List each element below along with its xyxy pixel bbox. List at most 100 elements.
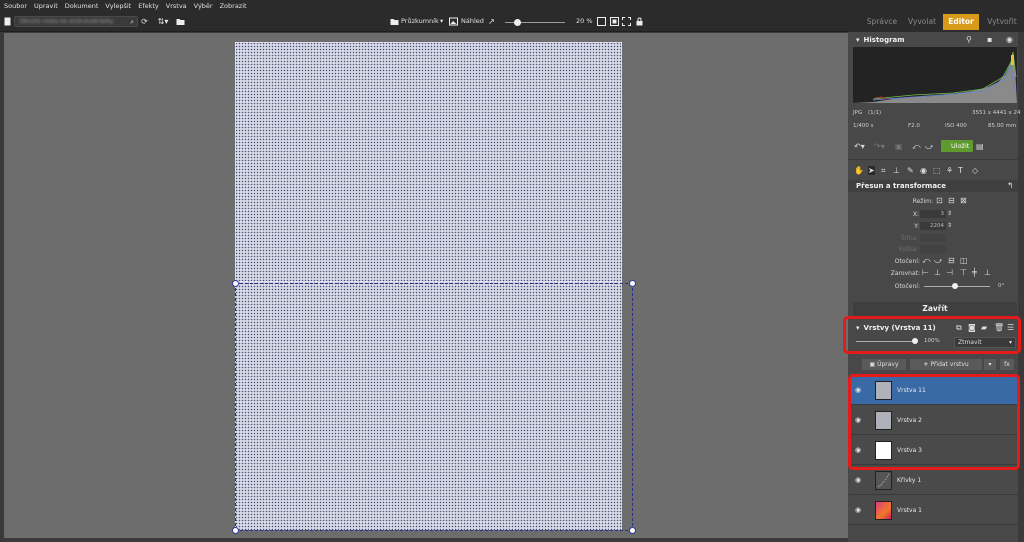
toolbar: \Skrytá cesta ke složce\obrázky ⌕ ⟳ ⇅▾ P… [0,12,848,32]
visibility-eye-icon[interactable]: ◉ [855,476,861,484]
clone-tool-icon[interactable]: ⚘ [946,166,953,175]
rotation-label: Otočení: [894,283,920,290]
y-stepper[interactable]: ⇕ [947,221,952,230]
align-left-icon[interactable]: ⊢ [922,268,929,277]
redo-icon[interactable]: ↷▾ [874,142,885,151]
flip-vertical-icon[interactable]: ⊟ [948,256,955,265]
preview-button[interactable]: Náhled [461,17,484,25]
tab-develop[interactable]: Vyvolat [904,14,940,30]
gallery-icon[interactable]: ▣ [895,142,903,151]
align-right-icon[interactable]: ⊣ [946,268,953,277]
fullscreen-icon[interactable] [622,17,631,26]
annotation-highlight-layer-list [848,374,1020,470]
focal-length: 85.00 mm [988,123,1017,129]
brush-icon[interactable]: ⚲ [966,35,972,44]
transform-handle-top-left[interactable] [232,280,239,287]
visibility-eye-icon[interactable]: ◉ [855,506,861,514]
x-stepper[interactable]: ⇕ [947,209,952,218]
shapes-tool-icon[interactable]: ◇ [972,166,978,175]
zoom-value: 20 % [576,17,593,25]
selection-tool-icon[interactable]: ⬚ [933,166,941,175]
menu-item-enhance[interactable]: Vylepšit [105,2,131,10]
height-label: Výška: [898,246,918,253]
flip-horizontal-icon[interactable]: ◫ [960,256,968,265]
browser-folder-icon [390,17,399,26]
menu-item-view[interactable]: Zobrazit [220,2,247,10]
fx-button[interactable]: fx [1000,359,1014,370]
folder-icon[interactable] [176,17,185,26]
mode-option-1-icon[interactable]: ⊡ [936,196,943,205]
menu-item-document[interactable]: Dokument [65,2,99,10]
layer-selection-box[interactable] [235,283,633,531]
align-top-icon[interactable]: ⊤ [960,268,967,277]
rotate-ccw-icon[interactable]: ⤺ [922,256,931,265]
mode-option-2-icon[interactable]: ⊟ [948,196,955,205]
camera-icon[interactable]: ▪ [987,35,992,44]
save-button[interactable]: Uložit [941,140,973,152]
collapse-icon[interactable]: ▾ [856,36,860,44]
crop-tool-icon[interactable]: ⌗ [881,166,886,175]
menu-item-edit[interactable]: Upravit [34,2,58,10]
rotate-cw-icon[interactable]: ⤻ [934,256,943,265]
menu-item-effects[interactable]: Efekty [138,2,159,10]
add-layer-dropdown[interactable]: ▾ [984,359,996,370]
move-tool-icon[interactable]: ➤ [868,166,875,175]
transform-handle-top-right[interactable] [629,280,636,287]
menu-item-layer[interactable]: Vrstva [166,2,187,10]
layer-row[interactable]: ◉ Vrstva 1 [849,496,1018,525]
add-layer-button[interactable]: + Přidat vrstvu [910,359,982,370]
adjustments-button[interactable]: ▣ Úpravy [862,359,906,370]
actual-size-icon[interactable] [597,17,606,26]
curves-thumbnail [875,471,892,490]
tab-manager[interactable]: Správce [864,14,900,30]
brush-tool-icon[interactable]: ✎ [907,166,914,175]
straighten-tool-icon[interactable]: ⊥ [893,166,900,175]
menu-item-file[interactable]: Soubor [4,2,27,10]
layer-row[interactable]: ◉ Křivky 1 [849,466,1018,495]
fit-screen-icon[interactable] [610,17,619,26]
rotate-label: Otočení: [894,258,920,265]
browser-dropdown[interactable]: Průzkumník [401,17,439,25]
document-border [235,42,622,282]
rotate-left-icon[interactable]: ⤺ [912,142,921,151]
save-as-icon[interactable]: ▤ [976,142,984,151]
lock-icon[interactable] [635,17,644,26]
height-field [920,245,946,253]
path-input[interactable]: \Skrytá cesta ke složce\obrázky ⌕ [14,16,138,27]
hand-tool-icon[interactable]: ✋ [854,166,864,175]
chevron-down-icon[interactable]: ▾ [440,17,443,25]
layer-name: Křivky 1 [897,477,922,484]
eye-tool-icon[interactable]: ◉ [920,166,927,175]
external-open-icon[interactable]: ↗ [487,17,496,26]
transform-handle-bottom-right[interactable] [629,527,636,534]
align-middle-icon[interactable]: ╪ [972,268,977,277]
mode-tabs: Správce Vyvolat Editor Vytvořit [848,12,1024,32]
text-tool-icon[interactable]: T [958,166,963,175]
y-label: Y: [914,223,919,230]
mode-option-3-icon[interactable]: ⊠ [960,196,967,205]
transform-handle-bottom-left[interactable] [232,527,239,534]
annotation-highlight-layers-header [843,316,1021,354]
rotation-slider-thumb[interactable] [952,283,958,289]
aperture: F2.0 [908,123,920,129]
histogram-header[interactable]: ▾ Histogram [848,34,1018,46]
zoom-slider-thumb[interactable] [514,19,521,26]
width-label: Šířka: [900,235,918,242]
reset-icon[interactable]: ↰ [1007,181,1014,190]
refresh-icon[interactable]: ⟳ [140,17,149,26]
settings-icon[interactable]: ◉ [1006,35,1013,44]
menu-item-selection[interactable]: Výběr [194,2,213,10]
tab-editor[interactable]: Editor [943,14,979,30]
document-icon[interactable] [3,17,12,26]
sort-icon[interactable]: ⇅▾ [154,17,172,26]
x-field[interactable]: 3 [920,210,946,218]
tab-create[interactable]: Vytvořit [982,14,1022,30]
search-icon[interactable]: ⌕ [130,18,134,26]
undo-icon[interactable]: ↶▾ [854,142,865,151]
rotate-right-icon[interactable]: ⤻ [925,142,934,151]
y-field[interactable]: 2204 [920,222,946,230]
close-button[interactable]: Zavřít [853,302,1017,316]
align-bottom-icon[interactable]: ⊥ [984,268,991,277]
align-center-icon[interactable]: ⊥ [934,268,941,277]
transform-title: Přesun a transformace [856,182,946,190]
